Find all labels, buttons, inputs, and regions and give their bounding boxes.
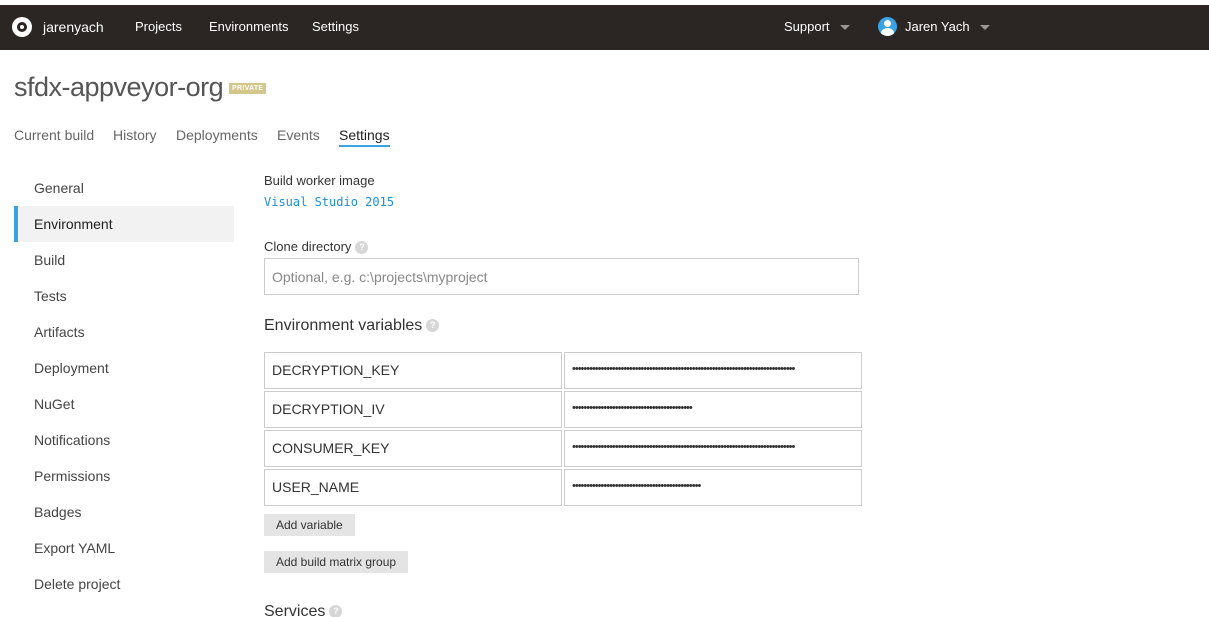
tab-events[interactable]: Events — [277, 127, 320, 143]
env-var-row: CONSUMER_KEY •••••••••••••••••••••••••••… — [264, 430, 862, 467]
env-vars-heading: Environment variables — [264, 317, 423, 334]
tab-history[interactable]: History — [113, 127, 157, 143]
help-icon[interactable]: ? — [426, 319, 440, 333]
help-icon[interactable]: ? — [329, 605, 343, 617]
chevron-down-icon — [979, 25, 990, 31]
private-badge: PRIVATE — [229, 83, 267, 94]
env-var-value-input[interactable]: ••••••••••••••••••••••••••••••••••••••••… — [564, 430, 862, 467]
sidebar-item-notifications[interactable]: Notifications — [14, 422, 234, 458]
services-heading-row: Services? — [264, 603, 343, 617]
env-var-row: USER_NAME ••••••••••••••••••••••••••••••… — [264, 469, 862, 506]
sidebar-item-export-yaml[interactable]: Export YAML — [14, 530, 234, 566]
env-vars-heading-row: Environment variables? — [264, 317, 440, 335]
env-var-row: DECRYPTION_KEY •••••••••••••••••••••••••… — [264, 352, 862, 389]
sidebar-item-delete-project[interactable]: Delete project — [14, 566, 234, 602]
env-var-row: DECRYPTION_IV ••••••••••••••••••••••••••… — [264, 391, 862, 428]
tab-current-build[interactable]: Current build — [14, 127, 94, 143]
add-variable-button[interactable]: Add variable — [264, 514, 355, 536]
project-title: sfdx-appveyor-org — [14, 72, 224, 102]
tab-deployments[interactable]: Deployments — [176, 127, 258, 143]
sidebar-item-deployment[interactable]: Deployment — [14, 350, 234, 386]
help-icon[interactable]: ? — [355, 241, 369, 255]
worker-image-label: Build worker image — [264, 173, 375, 188]
worker-image-value[interactable]: Visual Studio 2015 — [264, 195, 394, 209]
support-menu[interactable]: Support — [784, 19, 850, 34]
clone-dir-label: Clone directory — [264, 239, 352, 254]
add-build-matrix-group-button[interactable]: Add build matrix group — [264, 551, 409, 573]
env-var-value-input[interactable]: ••••••••••••••••••••••••••••••••••••••••… — [564, 469, 862, 506]
sidebar-item-artifacts[interactable]: Artifacts — [14, 314, 234, 350]
env-var-name-input[interactable]: DECRYPTION_KEY — [264, 352, 562, 389]
user-menu[interactable]: Jaren Yach — [905, 19, 990, 34]
sidebar-item-nuget[interactable]: NuGet — [14, 386, 234, 422]
sidebar-item-environment[interactable]: Environment — [14, 206, 234, 242]
top-navbar: jarenyach Projects Environments Settings… — [0, 5, 1209, 50]
tab-settings[interactable]: Settings — [339, 127, 390, 147]
sidebar-item-build[interactable]: Build — [14, 242, 234, 278]
env-var-value-input[interactable]: ••••••••••••••••••••••••••••••••••••••••… — [564, 391, 862, 428]
services-heading: Services — [264, 603, 326, 617]
nav-environments-link[interactable]: Environments — [209, 19, 288, 34]
user-avatar-icon[interactable] — [878, 17, 897, 36]
appveyor-logo-icon[interactable] — [12, 17, 32, 37]
sidebar-item-permissions[interactable]: Permissions — [14, 458, 234, 494]
sidebar-item-general[interactable]: General — [14, 170, 234, 206]
nav-settings-link[interactable]: Settings — [312, 19, 359, 34]
support-label: Support — [784, 19, 830, 34]
sidebar-item-badges[interactable]: Badges — [14, 494, 234, 530]
sidebar-item-tests[interactable]: Tests — [14, 278, 234, 314]
env-var-value-input[interactable]: ••••••••••••••••••••••••••••••••••••••••… — [564, 352, 862, 389]
chevron-down-icon — [839, 25, 850, 31]
env-var-name-input[interactable]: USER_NAME — [264, 469, 562, 506]
nav-projects-link[interactable]: Projects — [135, 19, 182, 34]
account-name-link[interactable]: jarenyach — [43, 19, 104, 35]
env-var-name-input[interactable]: DECRYPTION_IV — [264, 391, 562, 428]
clone-dir-label-row: Clone directory? — [264, 239, 369, 255]
user-name-label: Jaren Yach — [905, 19, 970, 34]
env-var-name-input[interactable]: CONSUMER_KEY — [264, 430, 562, 467]
clone-dir-input[interactable] — [264, 258, 859, 295]
